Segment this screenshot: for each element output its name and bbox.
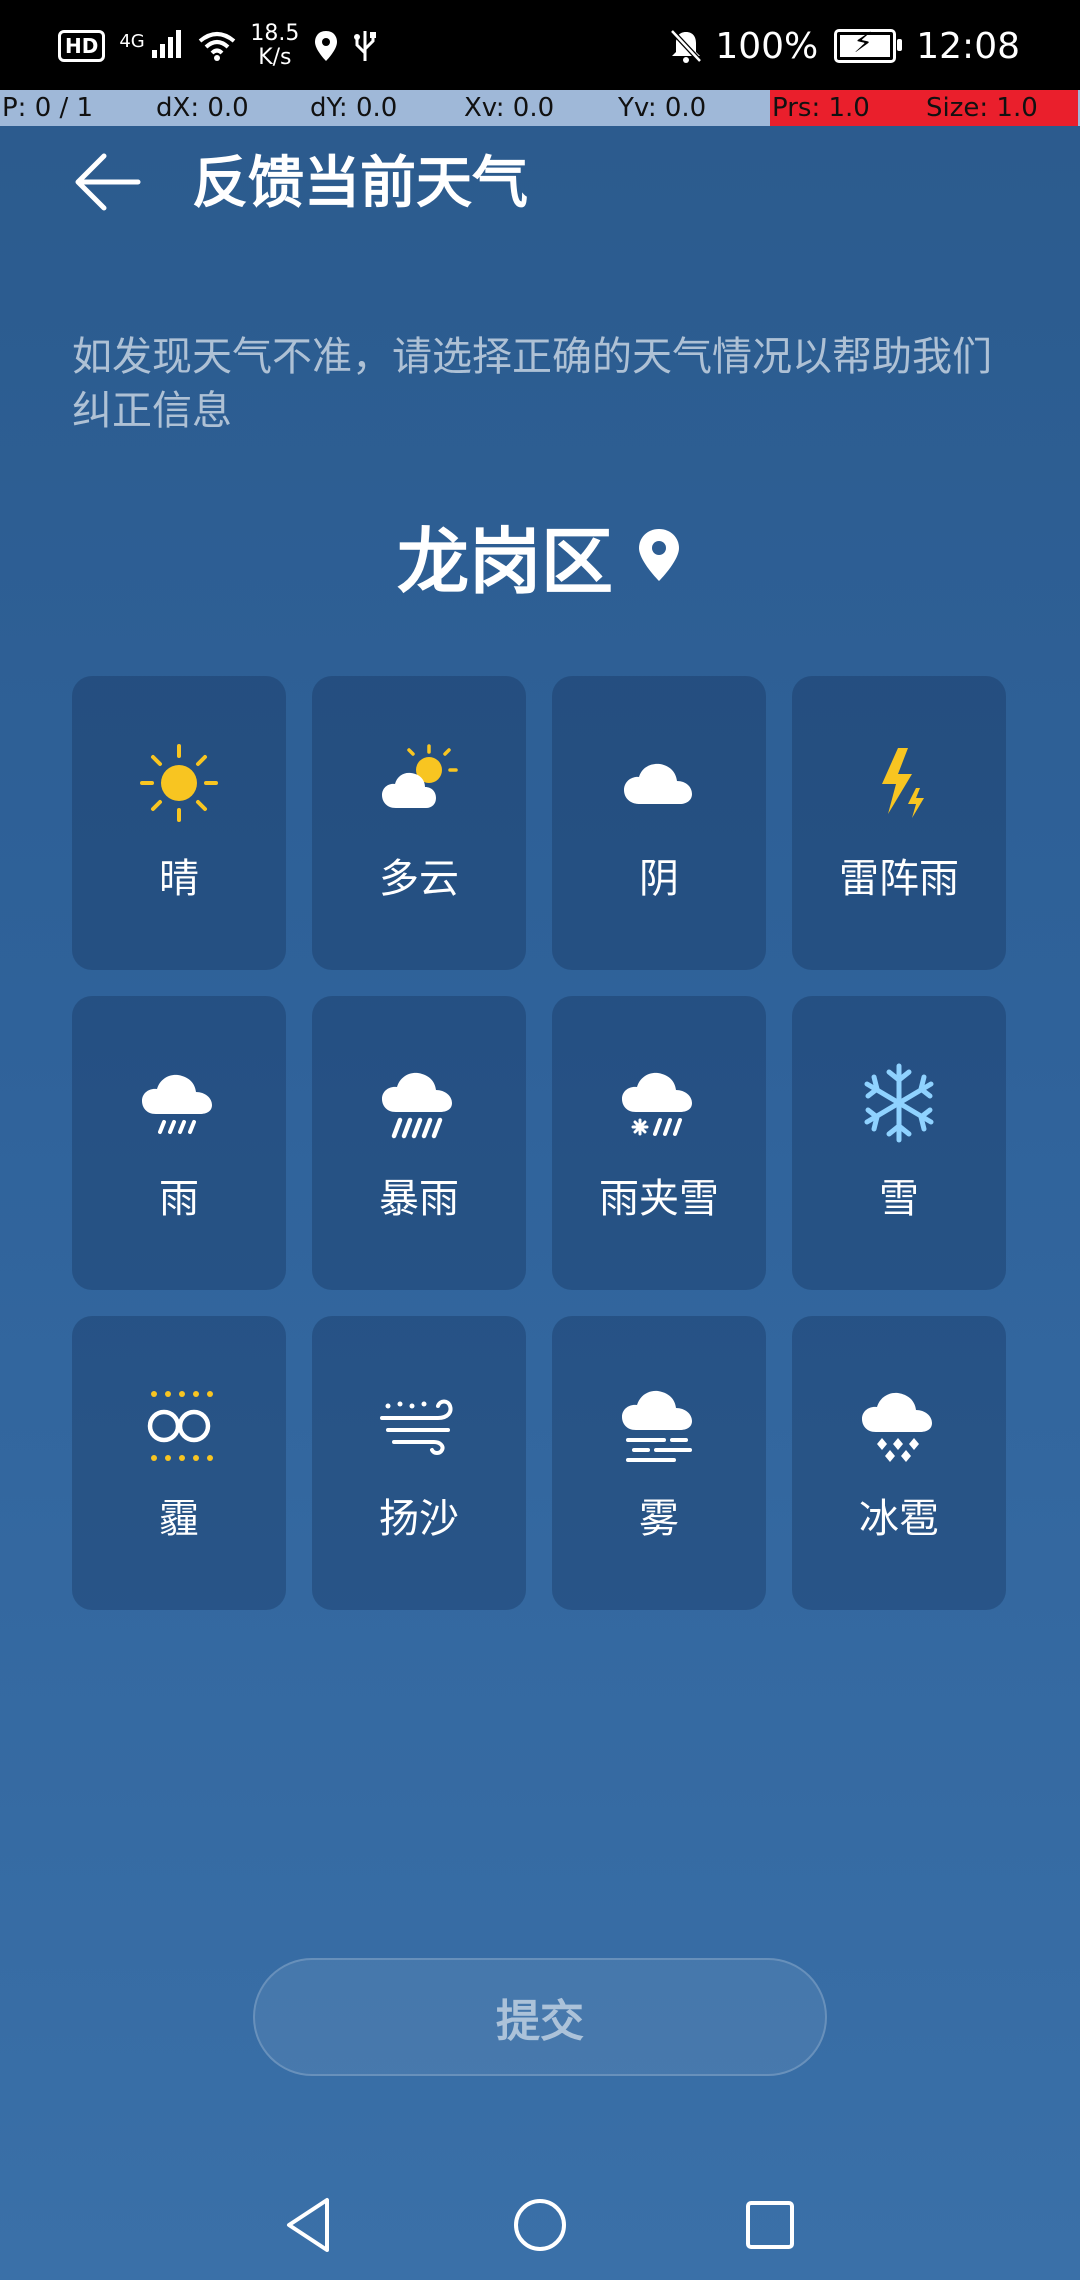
submit-button[interactable]: 提交 (253, 1958, 827, 2076)
location-row: 龙岗区 (0, 500, 1080, 610)
network-indicator: 4G (119, 30, 184, 62)
usb-icon (354, 31, 377, 61)
weather-option-snow[interactable]: 雪 (792, 996, 1006, 1290)
battery-icon: ⚡ (834, 28, 903, 63)
weather-label: 雾 (639, 1496, 679, 1542)
clock: 12:08 (916, 25, 1020, 67)
weather-option-rain[interactable]: 雨 (72, 996, 286, 1290)
debug-pointer: P: 0 / 1 (2, 93, 94, 123)
location-name: 龙岗区 (396, 519, 613, 604)
thunderstorm-icon (882, 748, 924, 818)
weather-option-sleet[interactable]: 雨夹雪 (552, 996, 766, 1290)
battery-percent: 100% (715, 25, 819, 67)
weather-label: 暴雨 (379, 1176, 459, 1222)
feedback-description: 如发现天气不准，请选择正确的天气情况以帮助我们纠正信息 (72, 334, 992, 434)
partly-cloudy-icon (382, 744, 458, 808)
network-speed: 18.5 K/s (250, 22, 299, 70)
weather-label: 晴 (159, 856, 199, 902)
weather-label: 多云 (379, 856, 459, 902)
location-status-icon (315, 31, 338, 61)
weather-option-thunderstorm[interactable]: 雷阵雨 (792, 676, 1006, 970)
weather-label: 雨 (159, 1176, 199, 1222)
status-bar: HD 4G 18.5 K/s 100% ⚡ 12:08 (0, 0, 1080, 90)
weather-label: 雨夹雪 (599, 1176, 719, 1222)
speed-value: 18.5 (250, 21, 300, 46)
weather-option-haze[interactable]: 霾 (72, 1316, 286, 1610)
signal-icon (152, 30, 182, 58)
weather-label: 阴 (639, 856, 679, 902)
sand-icon (380, 1399, 453, 1455)
nav-back-icon[interactable] (275, 2190, 345, 2260)
page-title: 反馈当前天气 (192, 151, 528, 216)
debug-dx: dX: 0.0 (156, 93, 249, 123)
weather-label: 雪 (879, 1176, 919, 1222)
debug-xv: Xv: 0.0 (464, 93, 555, 123)
weather-option-overcast[interactable]: 阴 (552, 676, 766, 970)
hail-icon (862, 1392, 932, 1462)
weather-label: 扬沙 (379, 1496, 459, 1542)
status-right: 100% ⚡ 12:08 (669, 18, 1020, 74)
hd-badge: HD (58, 30, 106, 62)
heavy-rain-icon (382, 1072, 452, 1139)
weather-option-hail[interactable]: 冰雹 (792, 1316, 1006, 1610)
weather-options-grid: 晴 多云 阴 雷阵雨 雨 暴雨 雨夹雪 雪 霾 扬沙 雾 冰雹 (72, 676, 1008, 1610)
nav-home-icon[interactable] (505, 2190, 575, 2260)
weather-option-sand[interactable]: 扬沙 (312, 1316, 526, 1610)
pointer-debug-bar: P: 0 / 1 dX: 0.0 dY: 0.0 Xv: 0.0 Yv: 0.0… (0, 90, 1080, 126)
app-header: 反馈当前天气 (0, 130, 1080, 240)
debug-yv: Yv: 0.0 (618, 93, 707, 123)
wifi-icon (199, 32, 236, 61)
network-type: 4G (119, 31, 145, 52)
location-pin-icon (639, 529, 679, 581)
sleet-icon (622, 1072, 692, 1136)
system-navigation-bar (0, 2160, 1080, 2280)
overcast-icon (624, 763, 692, 804)
rain-icon (142, 1074, 212, 1134)
weather-label: 霾 (159, 1496, 199, 1542)
haze-icon (147, 1391, 213, 1461)
weather-label: 冰雹 (859, 1496, 939, 1542)
snow-icon (864, 1063, 934, 1143)
back-arrow-icon[interactable] (70, 142, 150, 222)
weather-option-partly-cloudy[interactable]: 多云 (312, 676, 526, 970)
weather-option-sunny[interactable]: 晴 (72, 676, 286, 970)
fog-icon (622, 1390, 692, 1462)
weather-option-heavy-rain[interactable]: 暴雨 (312, 996, 526, 1290)
weather-label: 雷阵雨 (839, 856, 959, 902)
status-left: HD 4G 18.5 K/s (58, 18, 377, 74)
mute-bell-icon (670, 29, 703, 63)
nav-recents-icon[interactable] (735, 2190, 805, 2260)
debug-dy: dY: 0.0 (310, 93, 398, 123)
speed-unit: K/s (258, 45, 292, 70)
sunny-icon (140, 744, 218, 822)
weather-option-fog[interactable]: 雾 (552, 1316, 766, 1610)
debug-pressure: Prs: 1.0 (770, 90, 924, 126)
debug-size: Size: 1.0 (924, 90, 1078, 126)
